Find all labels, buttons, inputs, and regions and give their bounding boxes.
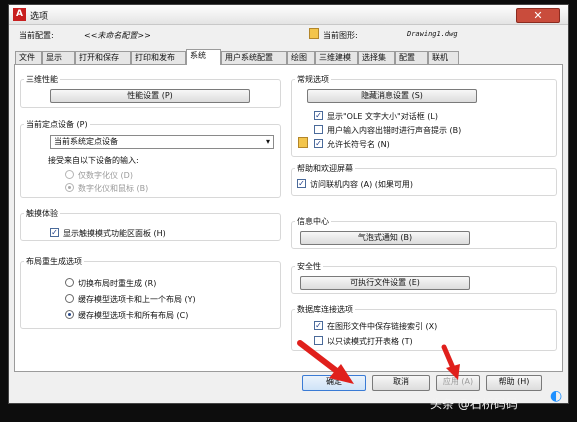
watermark-text: 头条 @石桥码码 xyxy=(430,397,518,411)
arrow-to-apply-icon xyxy=(441,344,460,380)
watermark-logo-icon: ◐ xyxy=(550,388,563,404)
annotation-arrows xyxy=(297,340,460,384)
arrow-to-ok-icon xyxy=(297,340,354,384)
tab-system[interactable]: 系统 xyxy=(186,49,221,65)
